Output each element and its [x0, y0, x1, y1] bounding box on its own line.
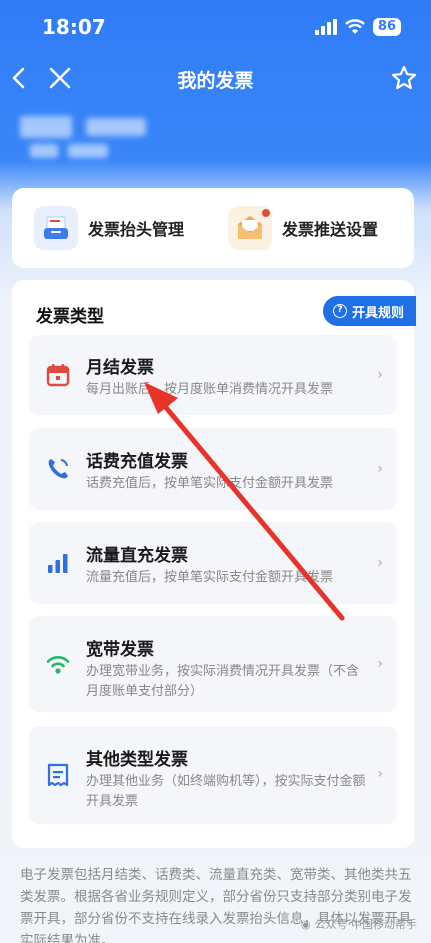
signal-bars-icon	[48, 554, 68, 573]
status-icons: 86	[314, 18, 401, 36]
invoice-header-management-button[interactable]: 发票抬头管理	[34, 188, 184, 268]
invoice-type-description: 每月出账后，按月度账单消费情况开具发票	[86, 382, 334, 397]
invoice-type-description: 办理宽带业务，按实际消费情况开具发票（不含月度账单支付部分）	[86, 664, 360, 699]
invoice-type-title: 其他类型发票	[86, 750, 188, 770]
mail-envelope-icon	[228, 206, 272, 250]
invoice-type-data-recharge[interactable]: 流量直充发票 流量充值后，按单笔实际支付金额开具发票 ›	[29, 522, 397, 604]
chevron-right-icon: ›	[377, 656, 383, 672]
invoice-type-phone-recharge[interactable]: 话费充值发票 话费充值后，按单笔实际支付金额开具发票 ›	[29, 428, 397, 510]
battery-indicator: 86	[372, 18, 401, 36]
invoice-type-title: 宽带发票	[86, 640, 154, 660]
invoice-type-title: 话费充值发票	[86, 452, 188, 472]
chevron-right-icon: ›	[377, 555, 383, 571]
quick-action-label: 发票推送设置	[282, 220, 379, 239]
invoice-push-settings-button[interactable]: 发票推送设置	[228, 188, 378, 268]
invoice-type-description: 话费充值后，按单笔实际支付金额开具发票	[86, 476, 334, 491]
page-title: 我的发票	[177, 70, 254, 92]
cellular-signal-icon	[314, 19, 337, 35]
account-info-blurred	[20, 112, 150, 164]
question-circle-icon: ?	[332, 304, 347, 318]
phone-icon	[48, 459, 68, 479]
wifi-status-icon	[345, 19, 365, 34]
invoice-type-description: 办理其他业务（如终端购机等），按实际支付金额开具发票	[86, 774, 366, 809]
invoice-type-broadband[interactable]: 宽带发票 办理宽带业务，按实际消费情况开具发票（不含月度账单支付部分） ›	[29, 616, 397, 712]
status-bar: 18:07 86	[0, 0, 431, 52]
watermark-logo-icon: ◉	[300, 917, 311, 931]
wifi-icon	[46, 656, 70, 674]
watermark: ◉ 公众号·中国移动帮手	[301, 916, 417, 932]
quick-actions-card: 发票抬头管理 发票推送设置	[12, 188, 414, 268]
invoice-type-other[interactable]: 其他类型发票 办理其他业务（如终端购机等），按实际支付金额开具发票 ›	[29, 726, 397, 824]
star-favorite-icon[interactable]	[390, 64, 418, 92]
calendar-icon	[46, 364, 70, 387]
receipt-icon	[47, 763, 69, 787]
invoice-type-title: 月结发票	[86, 358, 154, 378]
quick-action-label: 发票抬头管理	[88, 220, 185, 239]
invoice-type-description: 流量充值后，按单笔实际支付金额开具发票	[86, 570, 334, 585]
issuance-rules-button[interactable]: ? 开具规则	[322, 296, 416, 326]
nav-bar: 我的发票	[0, 52, 431, 104]
invoice-types-card: 发票类型 ? 开具规则 月结发票 每月出账后，按月度账单消费情况开具发票 › 话…	[12, 280, 416, 848]
chevron-right-icon: ›	[377, 367, 383, 383]
invoice-tray-icon	[34, 206, 78, 250]
invoice-type-monthly[interactable]: 月结发票 每月出账后，按月度账单消费情况开具发票 ›	[29, 335, 397, 415]
chevron-right-icon: ›	[377, 766, 383, 782]
watermark-text: 公众号·中国移动帮手	[314, 918, 418, 931]
invoice-type-title: 流量直充发票	[86, 546, 188, 566]
chevron-right-icon: ›	[377, 461, 383, 477]
section-title: 发票类型	[36, 307, 104, 327]
status-time: 18:07	[42, 15, 106, 39]
rules-label: 开具规则	[351, 305, 404, 321]
